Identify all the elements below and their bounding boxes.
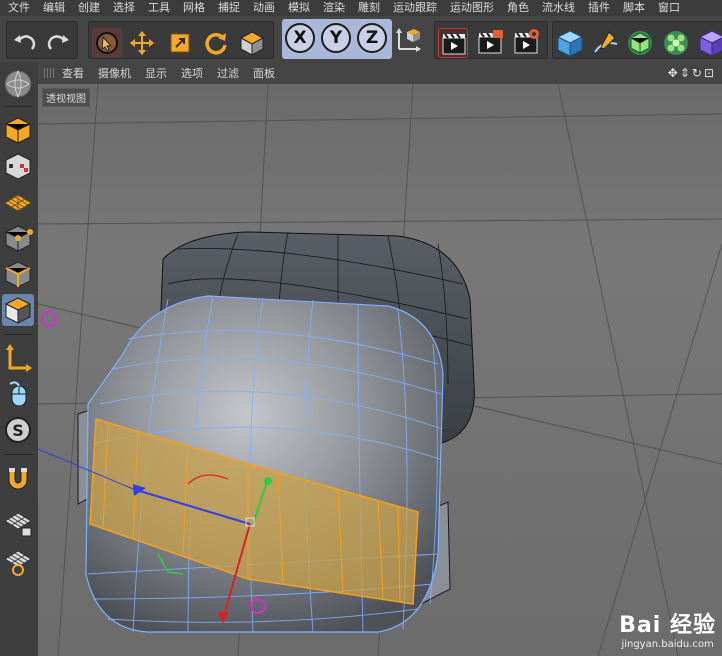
planar-workplane-icon[interactable] <box>2 544 34 576</box>
svg-text:S: S <box>12 421 24 440</box>
menu-item-1[interactable]: 编辑 <box>35 0 70 16</box>
history-group <box>6 21 78 59</box>
viewport-navigation-icons[interactable]: ✥⇕↻⊡ <box>668 66 716 80</box>
menu-item-4[interactable]: 工具 <box>140 0 175 16</box>
menu-item-0[interactable]: 文件 <box>0 0 35 16</box>
menu-item-11[interactable]: 运动跟踪 <box>385 0 442 16</box>
menu-item-12[interactable]: 运动图形 <box>442 0 499 16</box>
enable-axis-icon[interactable] <box>2 342 34 374</box>
menu-item-2[interactable]: 创建 <box>70 0 105 16</box>
watermark-brand: Bai 经验 <box>619 613 716 638</box>
panel-grip-icon[interactable] <box>44 68 56 78</box>
locked-workplane-icon[interactable] <box>2 506 34 538</box>
menu-item-13[interactable]: 角色 <box>499 0 534 16</box>
edges-mode-icon[interactable] <box>2 258 34 290</box>
viewport-scene <box>38 84 722 656</box>
menu-item-15[interactable]: 插件 <box>580 0 615 16</box>
menu-bar: 文件 编辑 创建 选择 工具 网格 捕捉 动画 模拟 渲染 雕刻 运动跟踪 运动图形 角色 流水线 插件 脚本窗… <box>0 0 722 16</box>
menu-item-14[interactable]: 流水线 <box>534 0 580 16</box>
live-select-icon[interactable] <box>92 28 122 58</box>
redo-icon[interactable] <box>43 28 73 58</box>
texture-mode-icon[interactable] <box>2 150 34 182</box>
watermark-url: jingyan.baidu.com <box>621 639 714 650</box>
x-axis-lock-button[interactable]: X <box>285 23 315 53</box>
transform-group <box>88 21 274 59</box>
make-editable-icon[interactable] <box>2 68 34 100</box>
tweak-mode-icon[interactable] <box>2 378 34 410</box>
z-axis-lock-button[interactable]: Z <box>357 23 387 53</box>
snap-settings-icon[interactable]: S <box>2 414 34 446</box>
viewport-menu-options[interactable]: 选项 <box>181 65 203 81</box>
cloner-icon[interactable] <box>661 28 691 58</box>
menu-item-3[interactable]: 选择 <box>105 0 140 16</box>
deformer-icon[interactable] <box>697 28 722 58</box>
menu-item-7[interactable]: 动画 <box>245 0 280 16</box>
render-settings-icon[interactable] <box>511 28 541 58</box>
menu-item-16[interactable]: 脚本 <box>615 0 650 16</box>
viewport-menu-bar: 查看 摄像机 显示 选项 过滤 面板 ✥⇕↻⊡ <box>38 62 722 85</box>
cube-icon[interactable] <box>555 28 585 58</box>
viewport-menu-camera[interactable]: 摄像机 <box>98 65 131 81</box>
viewport-menu-view[interactable]: 查看 <box>62 65 84 81</box>
rotate-icon[interactable] <box>201 28 231 58</box>
main-toolbar: X Y Z <box>0 16 722 63</box>
y-axis-lock-button[interactable]: Y <box>321 23 351 53</box>
menu-item-8[interactable]: 模拟 <box>280 0 315 16</box>
menu-item-10[interactable]: 雕刻 <box>350 0 385 16</box>
viewport-label: 透视视图 <box>42 88 90 107</box>
render-group <box>434 21 548 59</box>
viewport-menu-filter[interactable]: 过滤 <box>217 65 239 81</box>
undo-icon[interactable] <box>10 28 40 58</box>
menu-item-17[interactable]: 窗口 <box>650 0 685 16</box>
subdivision-surface-icon[interactable] <box>625 28 655 58</box>
viewport-menu-panel[interactable]: 面板 <box>253 65 275 81</box>
perspective-viewport[interactable]: 透视视图 Bai 经验 jingyan.baidu.com <box>38 84 722 656</box>
model-mode-icon[interactable] <box>2 114 34 146</box>
polygons-mode-icon[interactable] <box>2 294 34 326</box>
snap-magnet-icon[interactable] <box>2 462 34 494</box>
recent-object-icon[interactable] <box>237 28 267 58</box>
workplane-mode-icon[interactable] <box>2 186 34 218</box>
scale-icon[interactable] <box>165 28 195 58</box>
menu-item-5[interactable]: 网格 <box>175 0 210 16</box>
menu-item-9[interactable]: 渲染 <box>315 0 350 16</box>
render-picture-viewer-icon[interactable] <box>475 28 505 58</box>
coordinate-system-icon[interactable] <box>393 24 423 54</box>
move-icon[interactable] <box>127 28 157 58</box>
create-group <box>552 21 722 59</box>
left-mode-toolbar: S <box>0 62 39 656</box>
viewport-menu-display[interactable]: 显示 <box>145 65 167 81</box>
render-view-icon[interactable] <box>438 28 468 58</box>
watermark: Bai 经验 jingyan.baidu.com <box>619 607 716 650</box>
pen-spline-icon[interactable] <box>591 28 621 58</box>
menu-item-6[interactable]: 捕捉 <box>210 0 245 16</box>
points-mode-icon[interactable] <box>2 222 34 254</box>
